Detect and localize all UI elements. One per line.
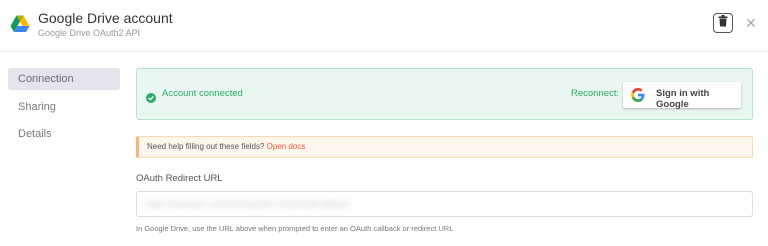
open-docs-link[interactable]: Open docs [267, 142, 306, 151]
trash-icon [718, 14, 728, 32]
modal-header: Google Drive account Google Drive OAuth2… [0, 0, 768, 52]
credential-subtitle: Google Drive OAuth2 API [38, 28, 141, 38]
help-text: Need help filling out these fields? Open… [147, 142, 306, 151]
oauth-redirect-url-value: https://example.com/rest/oauth2-credenti… [145, 199, 351, 209]
help-banner: Need help filling out these fields? Open… [136, 136, 753, 158]
sidebar-item-connection[interactable]: Connection [8, 68, 120, 90]
sign-in-button-label: Sign in with Google [656, 88, 710, 110]
reconnect-label: Reconnect: [571, 88, 620, 99]
check-circle-icon [146, 90, 156, 103]
sign-in-with-google-button[interactable]: Sign in with Google [623, 82, 741, 110]
oauth-redirect-url-label: OAuth Redirect URL [136, 173, 223, 184]
google-g-icon [631, 87, 645, 102]
connected-status-text: Account connected [162, 88, 243, 99]
oauth-redirect-url-field[interactable]: https://example.com/rest/oauth2-credenti… [136, 191, 753, 217]
sidebar-item-sharing[interactable]: Sharing [8, 96, 120, 118]
oauth-redirect-hint: In Google Drive, use the URL above when … [136, 224, 454, 233]
sidebar-item-details[interactable]: Details [8, 123, 120, 145]
account-connected-panel: Account connected Reconnect: Sign in wit… [136, 68, 753, 120]
close-icon[interactable]: ✕ [743, 14, 759, 32]
credential-title[interactable]: Google Drive account [38, 10, 173, 26]
google-drive-logo-icon [10, 14, 30, 34]
delete-button[interactable] [713, 13, 733, 33]
